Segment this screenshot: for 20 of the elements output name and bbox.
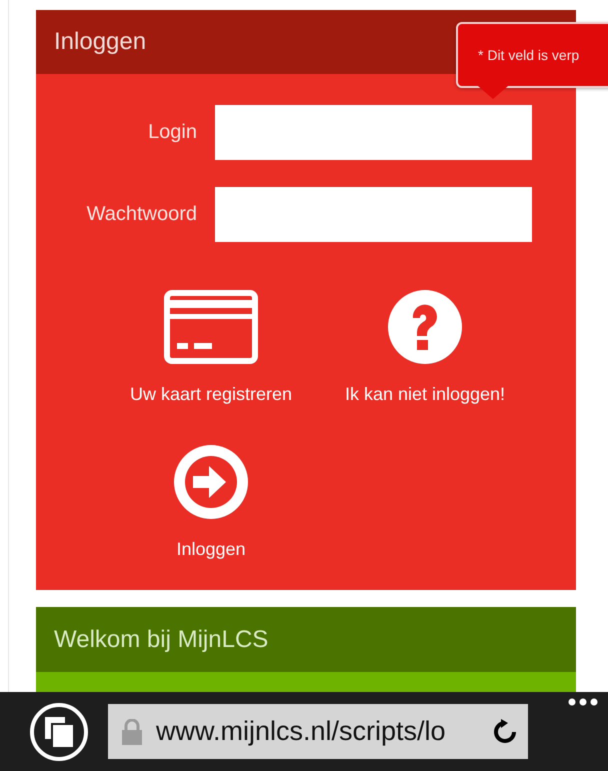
address-field[interactable]: www.mijnlcs.nl/scripts/lo bbox=[108, 704, 528, 759]
field-label: Wachtwoord bbox=[86, 203, 198, 226]
tile-link[interactable]: Ik kan niet inloggen! bbox=[320, 290, 530, 405]
help-icon bbox=[388, 290, 462, 364]
tooltip-pointer bbox=[478, 86, 508, 100]
more-button[interactable] bbox=[568, 698, 598, 706]
credit-card-icon bbox=[164, 290, 258, 364]
panel-title: Welkom bij MijnLCS bbox=[36, 607, 576, 672]
login-button[interactable]: Inloggen bbox=[106, 445, 316, 560]
tabs-button[interactable] bbox=[30, 702, 88, 760]
tile-link[interactable]: Uw kaart registreren bbox=[106, 290, 316, 405]
field-label: Login bbox=[147, 121, 198, 144]
lock-icon bbox=[122, 718, 142, 744]
validation-tooltip: * Dit veld is verp bbox=[456, 22, 608, 88]
arrow-right-circle-icon bbox=[174, 445, 248, 519]
tabs-icon bbox=[45, 716, 73, 746]
input-field[interactable] bbox=[215, 187, 532, 242]
refresh-icon[interactable] bbox=[492, 718, 518, 744]
more-icon bbox=[568, 698, 598, 706]
input-field[interactable] bbox=[215, 105, 532, 160]
